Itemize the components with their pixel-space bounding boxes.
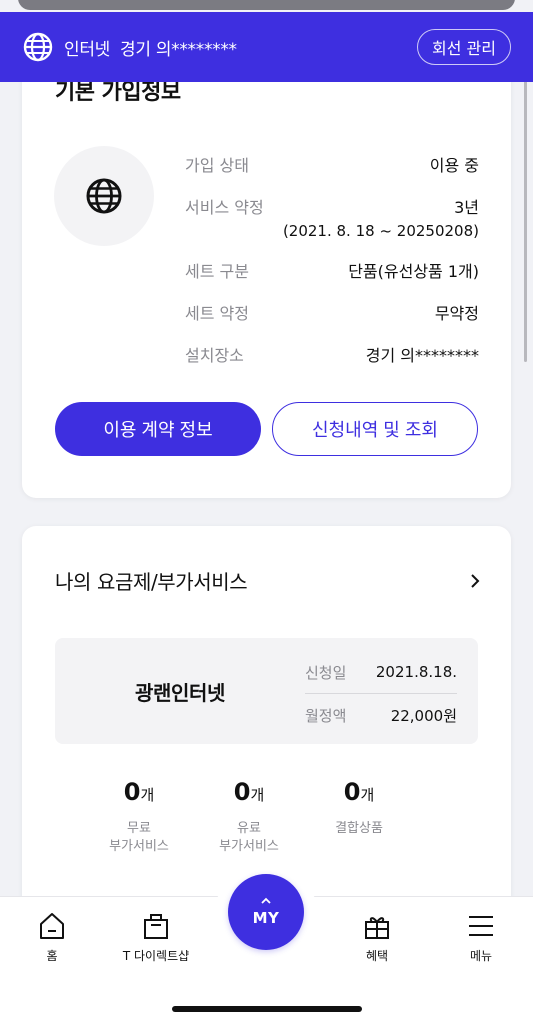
home-indicator[interactable]	[172, 1006, 362, 1012]
chevron-right-icon[interactable]	[469, 572, 481, 590]
info-value: 경기 의********	[365, 346, 479, 365]
info-label: 가입 상태	[185, 156, 249, 175]
addon-stats: 0개 무료 부가서비스 0개 유료 부가서비스 0개 결합상품	[84, 778, 414, 856]
stat-label-line2: 부가서비스	[109, 839, 169, 854]
header-service: 인터넷	[64, 39, 111, 60]
header-location: 경기 의********	[120, 39, 237, 60]
info-row-set-type: 세트 구분 단품(유선상품 1개)	[185, 258, 479, 282]
divider	[305, 693, 457, 694]
nav-shop-label: T 다이렉트샵	[122, 949, 190, 963]
stat-count: 0	[233, 778, 251, 806]
info-value: 단품(유선상품 1개)	[348, 262, 479, 281]
nav-benefit[interactable]: 혜택	[337, 911, 417, 964]
info-row-install-location: 설치장소 경기 의********	[185, 342, 479, 366]
hamburger-menu-icon	[469, 916, 493, 936]
plan-apply-date-row: 신청일 2021.8.18.	[305, 652, 457, 692]
plan-name: 광랜인터넷	[135, 680, 225, 705]
stat-label-line1: 무료	[127, 821, 151, 836]
info-value: 무약정	[434, 304, 479, 323]
caret-up-icon	[261, 897, 271, 904]
info-label: 설치장소	[185, 346, 244, 365]
stat-unit: 개	[140, 786, 155, 804]
subscription-info-table: 가입 상태 이용 중 서비스 약정 3년 (2021. 8. 18 ~ 2025…	[185, 152, 479, 384]
nav-menu[interactable]: 메뉴	[441, 911, 521, 964]
stat-paid-addons[interactable]: 0개 유료부가서비스	[194, 778, 304, 856]
globe-icon	[23, 32, 53, 62]
info-label: 서비스 약정	[185, 198, 264, 217]
globe-icon	[86, 178, 122, 214]
info-value: 이용 중	[429, 156, 479, 175]
application-history-button[interactable]: 신청내역 및 조회	[272, 402, 478, 456]
contract-info-button[interactable]: 이용 계약 정보	[55, 402, 261, 456]
stat-bundles[interactable]: 0개 결합상품	[304, 778, 414, 856]
info-label: 세트 구분	[185, 262, 249, 281]
plan-details: 신청일 2021.8.18. 월정액 22,000원	[305, 652, 457, 735]
info-label: 세트 약정	[185, 304, 249, 323]
stat-label-line1: 결합상품	[335, 821, 383, 836]
apply-date-value: 2021.8.18.	[375, 663, 457, 681]
scrollbar[interactable]	[524, 72, 527, 362]
plan-section-title[interactable]: 나의 요금제/부가서비스	[55, 566, 248, 595]
nav-menu-label: 메뉴	[469, 949, 493, 963]
stat-count: 0	[343, 778, 361, 806]
gift-icon	[365, 917, 389, 939]
stat-label-line2: 부가서비스	[219, 839, 279, 854]
nav-home[interactable]: 홈	[12, 911, 92, 964]
info-row-status: 가입 상태 이용 중	[185, 152, 479, 176]
nav-benefit-label: 혜택	[365, 949, 389, 963]
subscription-card: 기본 가입정보 가입 상태 이용 중 서비스 약정 3년 (2021. 8. 1…	[22, 40, 511, 498]
apply-date-label: 신청일	[305, 663, 347, 682]
monthly-fee-label: 월정액	[305, 706, 347, 725]
previous-section-edge	[18, 0, 515, 10]
stat-label-line1: 유료	[237, 821, 261, 836]
monthly-fee-value: 22,000원	[390, 706, 457, 725]
line-manage-button[interactable]: 회선 관리	[417, 29, 511, 65]
nav-shop[interactable]: T 다이렉트샵	[112, 911, 200, 964]
service-icon-badge	[54, 146, 154, 246]
nav-my-label: MY	[252, 909, 280, 927]
info-value-period: (2021. 8. 18 ~ 20250208)	[282, 222, 479, 240]
nav-my-button[interactable]: MY	[228, 874, 304, 950]
home-icon	[40, 913, 64, 939]
shopping-bag-icon	[144, 914, 168, 939]
stat-unit: 개	[360, 786, 375, 804]
info-value-main: 3년	[454, 198, 479, 217]
info-row-contract: 서비스 약정 3년 (2021. 8. 18 ~ 20250208)	[185, 194, 479, 240]
stat-unit: 개	[250, 786, 265, 804]
nav-home-label: 홈	[46, 949, 58, 963]
info-value: 3년 (2021. 8. 18 ~ 20250208)	[283, 194, 479, 240]
header-title: 인터넷 경기 의********	[64, 35, 237, 60]
info-row-set-contract: 세트 약정 무약정	[185, 300, 479, 324]
plan-summary-box: 광랜인터넷 신청일 2021.8.18. 월정액 22,000원	[55, 638, 478, 744]
stat-count: 0	[123, 778, 141, 806]
line-header: 인터넷 경기 의******** 회선 관리	[0, 12, 533, 82]
stat-free-addons[interactable]: 0개 무료부가서비스	[84, 778, 194, 856]
plan-monthly-fee-row: 월정액 22,000원	[305, 695, 457, 735]
